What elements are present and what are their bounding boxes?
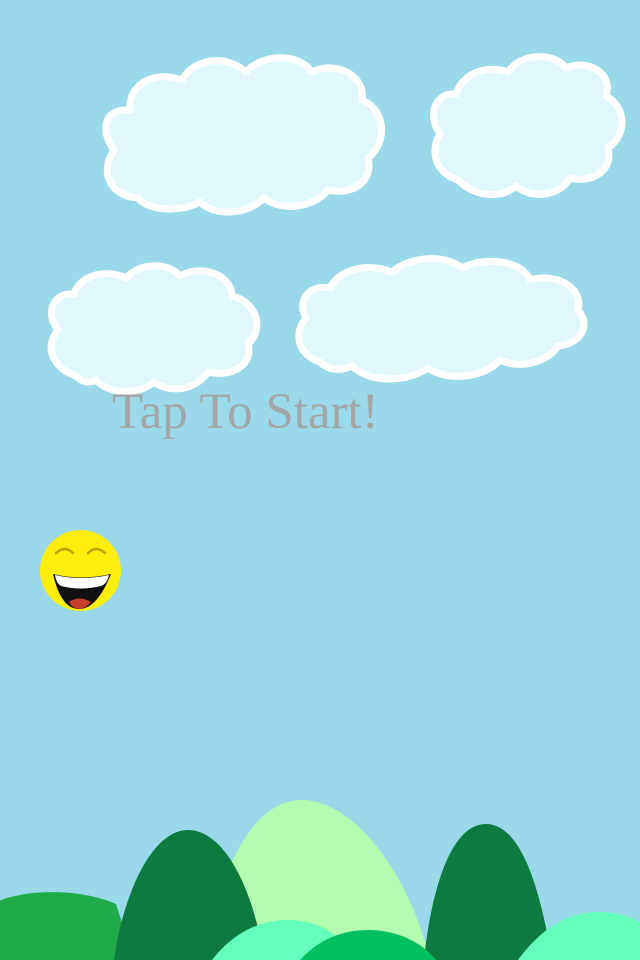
hill-dark-green-right: [424, 824, 552, 960]
game-canvas[interactable]: Tap To Start!: [0, 0, 640, 960]
hill-medium-green-left: [0, 892, 134, 960]
hills-layer: [0, 800, 640, 960]
